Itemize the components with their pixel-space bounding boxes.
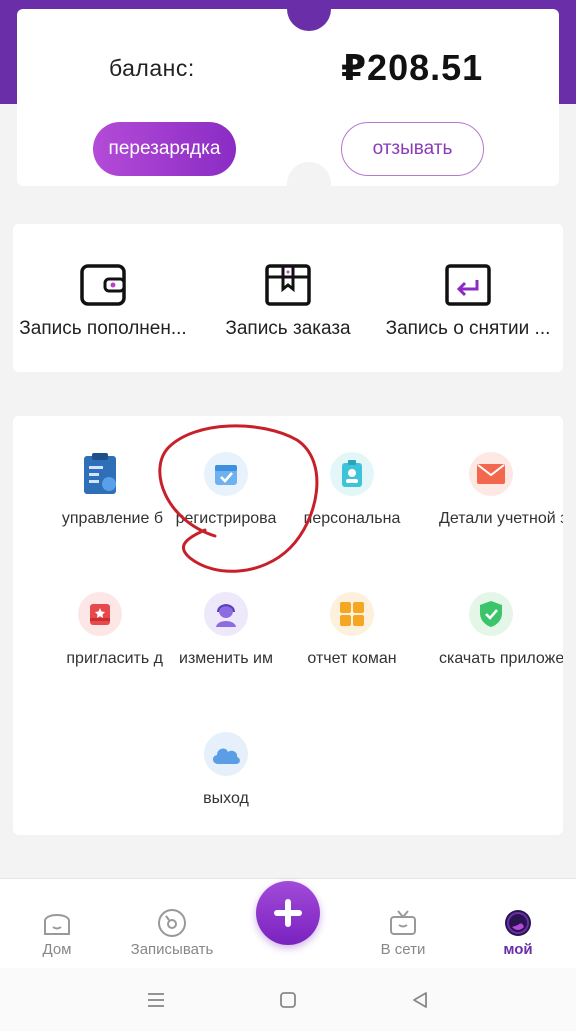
clipboard-icon [78, 452, 122, 496]
menu-label: изменить им [179, 650, 273, 667]
menu-label: регистрирова [175, 510, 277, 527]
mail-icon [469, 452, 513, 496]
online-icon [390, 910, 416, 935]
menu-label: Детали учетной за [439, 510, 563, 527]
tab-label: В сети [380, 941, 426, 958]
menu-label: отчет коман [307, 650, 397, 667]
record-icon [158, 909, 186, 937]
menu-label: выход [203, 790, 249, 807]
menu-item-personal[interactable]: персональна [289, 452, 415, 528]
menu-icon[interactable] [145, 989, 167, 1011]
record-label: Запись пополнен... [19, 318, 187, 339]
tab-label: мой [503, 941, 533, 958]
record-item-recharge[interactable]: Запись пополнен... [13, 262, 193, 340]
menu-item-change-name[interactable]: изменить им [163, 592, 289, 668]
plus-icon [274, 899, 302, 927]
menu-item-account-details[interactable]: Детали учетной за [419, 452, 563, 528]
recharge-button[interactable]: перезарядка [93, 122, 236, 176]
card-notch [287, 162, 331, 206]
record-item-withdrawal[interactable]: Запись о снятии ... [378, 262, 558, 340]
balance-card: баланс: ₽208.51 перезарядка отзывать [17, 0, 559, 206]
menu-item-logout[interactable]: выход [163, 732, 289, 808]
balance-label: баланс: [109, 55, 195, 81]
menu-label: пригласить д [66, 650, 163, 667]
back-icon[interactable] [409, 989, 431, 1011]
system-nav-bar [0, 968, 576, 1031]
support-agent-icon [204, 592, 248, 636]
grid-icon [330, 592, 374, 636]
box-icon [265, 264, 311, 306]
tab-label: Записывать [130, 941, 214, 958]
calendar-check-icon [204, 452, 248, 496]
tab-online[interactable]: В сети [348, 907, 458, 958]
cloud-icon [204, 732, 248, 776]
records-card: Запись пополнен... Запись заказа Запись … [13, 224, 563, 372]
menu-item-check-in[interactable]: регистрирова [163, 452, 289, 528]
card-notch [287, 0, 331, 31]
tab-home[interactable]: Дом [2, 907, 112, 958]
withdraw-button[interactable]: отзывать [341, 122, 484, 176]
return-icon [445, 264, 491, 306]
tab-records[interactable]: Записывать [117, 907, 227, 958]
tab-label: Дом [42, 941, 72, 958]
profile-icon [505, 910, 531, 936]
id-badge-icon [330, 452, 374, 496]
wallet-icon [80, 264, 126, 306]
add-button[interactable] [256, 881, 320, 945]
menu-item-invite[interactable]: пригласить д [37, 592, 163, 668]
gift-icon [78, 592, 122, 636]
menu-item-team-report[interactable]: отчет коман [289, 592, 415, 668]
record-item-orders[interactable]: Запись заказа [198, 262, 378, 340]
record-label: Запись заказа [225, 318, 351, 339]
home-square-icon[interactable] [277, 989, 299, 1011]
record-label: Запись о снятии ... [385, 318, 551, 339]
menu-item-management[interactable]: управление б [37, 452, 163, 528]
menu-label: управление б [61, 510, 163, 527]
shield-check-icon [469, 592, 513, 636]
menu-label: скачать приложен [439, 650, 563, 667]
menu-item-download-app[interactable]: скачать приложен [419, 592, 563, 668]
home-icon [44, 914, 70, 935]
menu-label: персональна [303, 510, 401, 527]
balance-value: ₽208.51 [341, 47, 484, 88]
tab-profile[interactable]: мой [463, 907, 573, 958]
menu-card: управление б регистрирова персональна Де… [13, 416, 563, 835]
